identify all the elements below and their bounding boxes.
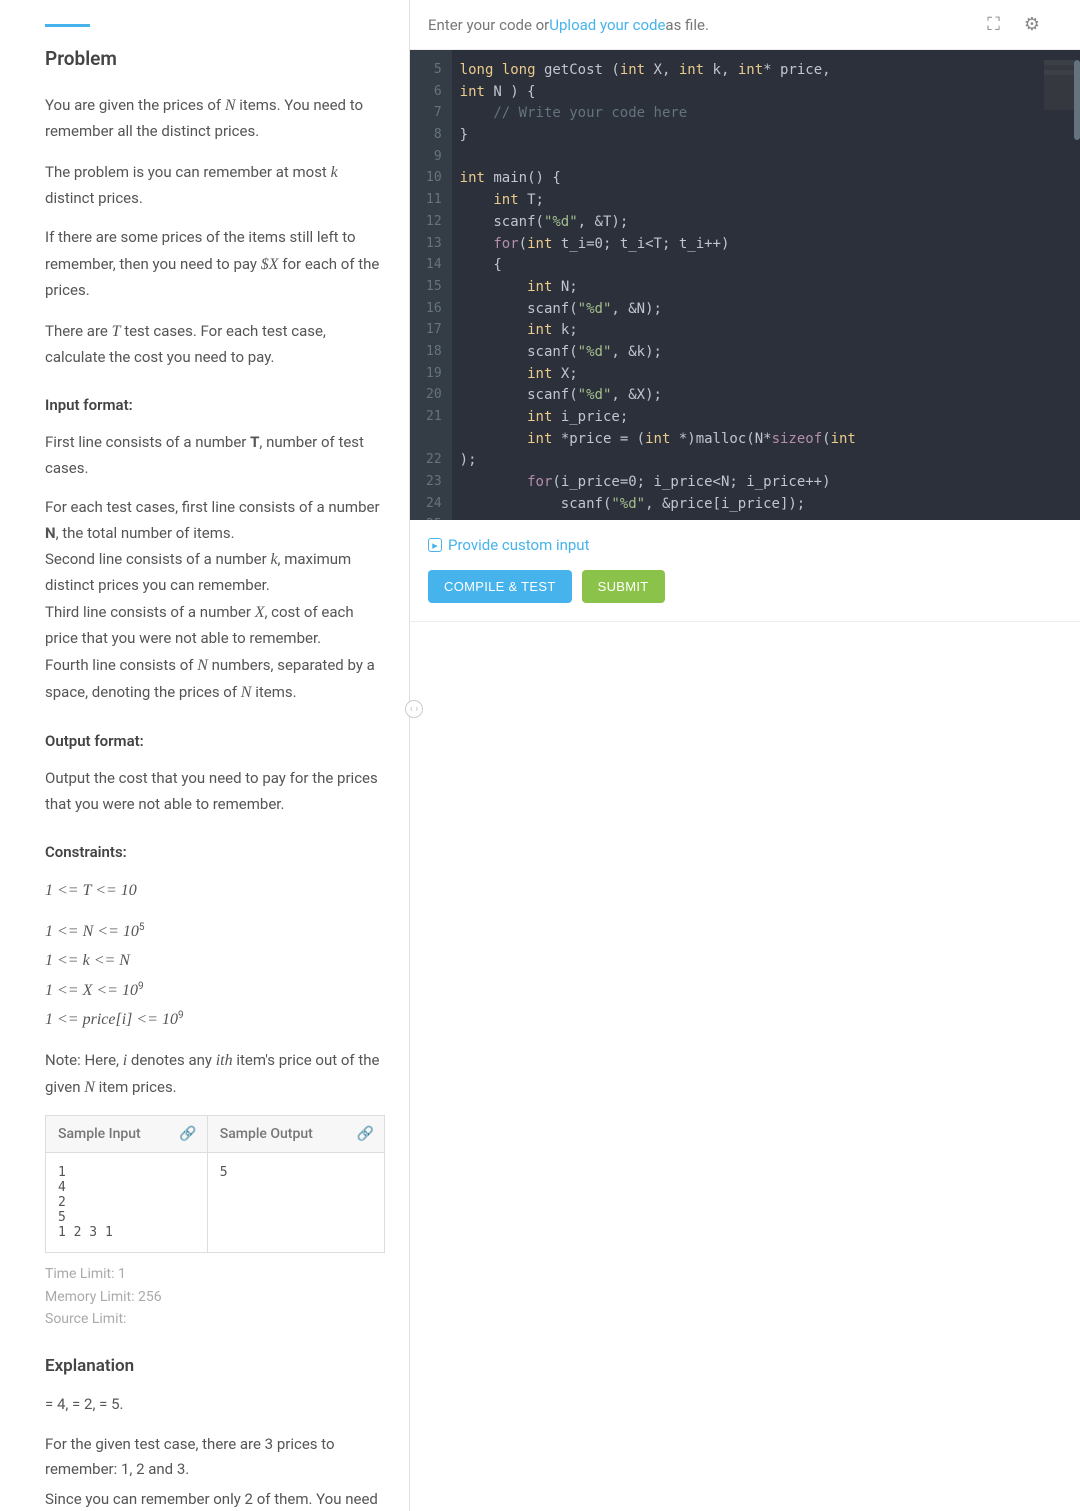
output-body: Output the cost that you need to pay for… [45, 766, 385, 817]
resize-handle[interactable]: ‹ › [405, 700, 423, 718]
compile-test-button[interactable]: COMPILE & TEST [428, 570, 572, 603]
link-icon[interactable]: 🔗 [357, 1126, 374, 1142]
minimap[interactable] [1044, 60, 1074, 110]
para-2: The problem is you can remember at most … [45, 159, 385, 212]
constraint-1: 1 <= T <= 10 [45, 877, 385, 904]
line-gutter: 5678910111213141516171819202122232425262… [410, 50, 452, 520]
constraint-3: 1 <= k <= N [45, 947, 385, 974]
prompt-text-b: as file. [665, 16, 709, 34]
constraints-heading: Constraints: [45, 843, 385, 861]
para-3: If there are some prices of the items st… [45, 225, 385, 303]
input-line-1: First line consists of a number T, numbe… [45, 430, 385, 481]
var-N: N [225, 97, 236, 114]
editor-panel: Enter your code or Upload your code as f… [410, 0, 1080, 1511]
link-icon[interactable]: 🔗 [179, 1126, 196, 1142]
editor-top-bar: Enter your code or Upload your code as f… [410, 0, 1080, 50]
upload-link[interactable]: Upload your code [549, 16, 665, 34]
fullscreen-icon[interactable]: ⛶ [987, 14, 1000, 35]
sample-output-header: Sample Output🔗 [207, 1116, 384, 1153]
var-k: k [331, 164, 338, 181]
sample-io-table: Sample Input🔗 Sample Output🔗 1 4 2 5 1 2… [45, 1115, 385, 1253]
input-format-heading: Input format: [45, 396, 385, 414]
problem-panel: Problem You are given the prices of N it… [0, 0, 410, 1511]
sample-output-cell: 5 [207, 1153, 384, 1253]
button-row: COMPILE & TEST SUBMIT [410, 570, 1080, 622]
output-format-heading: Output format: [45, 732, 385, 750]
constraint-5: 1 <= price[i] <= 109 [45, 1006, 385, 1033]
constraint-4: 1 <= X <= 109 [45, 977, 385, 1004]
explain-1: = 4, = 2, = 5. [45, 1392, 385, 1418]
provide-custom-input-link[interactable]: ▸ Provide custom input [410, 520, 1080, 570]
explain-2: For the given test case, there are 3 pri… [45, 1432, 385, 1483]
submit-button[interactable]: SUBMIT [582, 570, 665, 603]
problem-body: You are given the prices of N items. You… [45, 92, 385, 1511]
gear-icon[interactable]: ⚙ [1024, 14, 1040, 35]
explain-3: Since you can remember only 2 of them. Y… [45, 1487, 385, 1511]
code-area[interactable]: long long getCost (int X, int k, int* pr… [452, 50, 1080, 520]
vertical-scrollbar[interactable] [1074, 60, 1080, 140]
limits-meta: Time Limit: 1 Memory Limit: 256 Source L… [45, 1263, 385, 1330]
problem-heading: Problem [45, 47, 385, 70]
sample-input-cell: 1 4 2 5 1 2 3 1 [46, 1153, 208, 1253]
sample-input-header: Sample Input🔗 [46, 1116, 208, 1153]
para-4: There are T test cases. For each test ca… [45, 318, 385, 371]
constraint-note: Note: Here, i denotes any ith item's pri… [45, 1047, 385, 1101]
var-dollar-X: $X [261, 256, 279, 273]
para-1: You are given the prices of N items. You… [45, 92, 385, 145]
prompt-text: Enter your code or [428, 16, 549, 34]
explanation-heading: Explanation [45, 1356, 385, 1376]
active-tab-indicator [45, 24, 90, 27]
input-line-2: For each test cases, first line consists… [45, 495, 385, 706]
constraint-2: 1 <= N <= 105 [45, 918, 385, 945]
code-editor[interactable]: 5678910111213141516171819202122232425262… [410, 50, 1080, 520]
caret-icon: ▸ [428, 538, 442, 552]
